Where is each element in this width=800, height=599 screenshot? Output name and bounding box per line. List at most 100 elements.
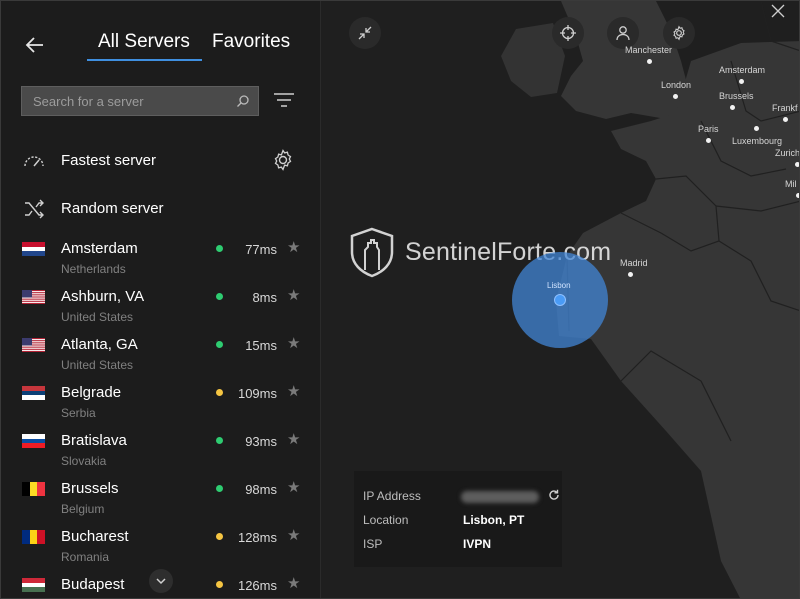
city-label: Frankf: [772, 103, 798, 113]
star-icon[interactable]: ★: [287, 574, 300, 592]
server-country: Netherlands: [61, 262, 126, 276]
server-city: Ashburn, VA: [61, 288, 145, 305]
map-view[interactable]: Manchester London Amsterdam Brussels Fra…: [321, 1, 800, 598]
star-icon[interactable]: ★: [287, 526, 300, 544]
flag-serbia-icon: [22, 386, 45, 400]
status-dot: [216, 389, 223, 396]
speedometer-icon: [24, 156, 44, 167]
server-row-bucharest[interactable]: Bucharest Romania 128ms ★: [1, 525, 320, 573]
server-city: Brussels: [61, 480, 119, 497]
collapse-map-button[interactable]: [349, 17, 381, 49]
city-marker[interactable]: [706, 138, 711, 143]
server-city: Bratislava: [61, 432, 127, 449]
server-ping: 98ms: [245, 482, 277, 497]
city-marker[interactable]: [730, 105, 735, 110]
location-row: Location Lisbon, PT: [363, 513, 553, 529]
crosshair-icon: [560, 25, 576, 41]
server-country: Belgium: [61, 502, 105, 516]
server-city: Belgrade: [61, 384, 122, 401]
server-ping: 126ms: [237, 578, 277, 593]
city-label: Luxembourg: [732, 136, 783, 146]
flag-slovakia-icon: [22, 434, 45, 448]
connection-info-panel: IP Address Location Lisbon, PT ISP IVPN: [354, 471, 562, 567]
star-icon[interactable]: ★: [287, 382, 300, 400]
filter-icon[interactable]: [274, 92, 294, 108]
star-icon[interactable]: ★: [287, 334, 300, 352]
server-row-ashburn[interactable]: Ashburn, VA United States 8ms ★: [1, 285, 320, 333]
server-ping: 128ms: [237, 530, 277, 545]
status-dot: [216, 437, 223, 444]
status-dot: [216, 245, 223, 252]
flag-united-states-icon: [22, 290, 45, 304]
server-row-amsterdam[interactable]: Amsterdam Netherlands 77ms ★: [1, 237, 320, 285]
city-label: London: [661, 80, 692, 90]
close-icon[interactable]: [770, 3, 786, 19]
server-ping: 93ms: [245, 434, 277, 449]
city-marker[interactable]: [783, 117, 788, 122]
back-arrow-icon[interactable]: [23, 33, 47, 57]
server-city: Bucharest: [61, 528, 129, 545]
collapse-icon: [358, 26, 372, 40]
flag-netherlands-icon: [22, 242, 45, 256]
active-tab-indicator: [87, 59, 202, 61]
server-country: Slovakia: [61, 454, 107, 468]
ip-label: IP Address: [363, 489, 421, 503]
city-label: Manchester: [625, 45, 673, 55]
city-marker[interactable]: [754, 126, 759, 131]
flag-hungary-icon: [22, 578, 45, 592]
server-city: Atlanta, GA: [61, 336, 138, 353]
city-marker[interactable]: [739, 79, 744, 84]
fastest-server-label: Fastest server: [61, 152, 157, 169]
tab-all-servers[interactable]: All Servers: [98, 31, 190, 53]
scroll-down-button[interactable]: [149, 569, 173, 593]
status-dot: [216, 581, 223, 588]
city-marker[interactable]: [647, 59, 652, 64]
server-row-belgrade[interactable]: Belgrade Serbia 109ms ★: [1, 381, 320, 429]
status-dot: [216, 485, 223, 492]
locate-button[interactable]: [552, 17, 584, 49]
city-marker[interactable]: [673, 94, 678, 99]
city-marker[interactable]: [796, 193, 799, 198]
connected-city-marker[interactable]: [554, 294, 566, 306]
gear-icon: [673, 25, 685, 41]
city-label: Paris: [698, 124, 719, 134]
random-server-label: Random server: [61, 200, 164, 217]
star-icon[interactable]: ★: [287, 478, 300, 496]
server-row-atlanta[interactable]: Atlanta, GA United States 15ms ★: [1, 333, 320, 381]
city-label: Brussels: [719, 91, 754, 101]
server-country: Romania: [61, 550, 110, 564]
server-ping: 77ms: [245, 242, 277, 257]
shield-logo-icon: [350, 227, 394, 278]
city-label: Zurich: [775, 148, 800, 158]
star-icon[interactable]: ★: [287, 238, 300, 256]
city-marker[interactable]: [795, 162, 799, 167]
search-icon[interactable]: [236, 94, 250, 108]
flag-belgium-icon: [22, 482, 45, 496]
server-sidebar: All Servers Favorites Fastest server Ran: [1, 1, 321, 598]
user-icon: [616, 26, 630, 41]
server-country: United States: [61, 358, 134, 372]
server-city: Amsterdam: [61, 240, 138, 257]
connected-city-label: Lisbon: [547, 281, 571, 290]
isp-label: ISP: [363, 537, 383, 551]
refresh-icon[interactable]: [548, 489, 560, 501]
status-dot: [216, 533, 223, 540]
location-value: Lisbon, PT: [463, 513, 525, 527]
location-label: Location: [363, 513, 409, 527]
chevron-down-icon: [156, 578, 166, 585]
star-icon[interactable]: ★: [287, 430, 300, 448]
isp-value: IVPN: [463, 537, 492, 551]
gear-icon[interactable]: [271, 148, 295, 172]
ip-value-redacted: [461, 491, 539, 503]
city-marker[interactable]: [628, 272, 633, 277]
search-input[interactable]: [22, 87, 258, 115]
server-row-brussels[interactable]: Brussels Belgium 98ms ★: [1, 477, 320, 525]
status-dot: [216, 341, 223, 348]
server-city: Budapest: [61, 576, 125, 593]
status-dot: [216, 293, 223, 300]
ip-row: IP Address: [363, 489, 559, 505]
tab-favorites[interactable]: Favorites: [212, 31, 290, 53]
star-icon[interactable]: ★: [287, 286, 300, 304]
server-row-bratislava[interactable]: Bratislava Slovakia 93ms ★: [1, 429, 320, 477]
random-server-row[interactable]: Random server: [1, 189, 320, 229]
